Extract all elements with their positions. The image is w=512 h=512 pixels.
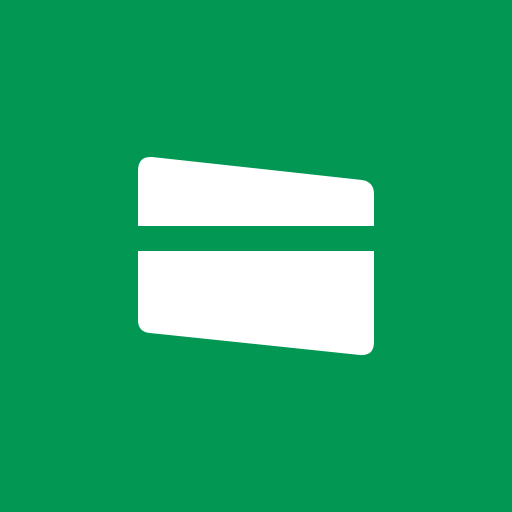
- app-icon-tile[interactable]: [0, 0, 512, 512]
- card-top-panel: [138, 156, 374, 226]
- card-icon: [138, 156, 374, 356]
- card-bottom-panel: [138, 251, 374, 356]
